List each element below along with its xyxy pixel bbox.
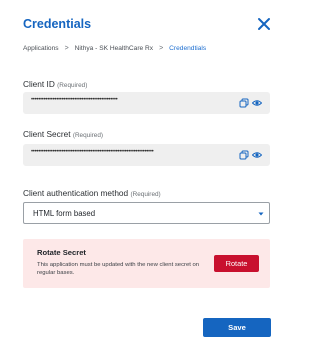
breadcrumb-current: Credendtials: [169, 45, 207, 52]
rotate-secret-title: Rotate Secret: [37, 248, 86, 257]
auth-method-selected-value: HTML form based: [33, 209, 96, 218]
chevron-down-icon: [257, 211, 265, 217]
breadcrumb-separator: >: [159, 45, 164, 52]
client-id-label: Client ID (Required): [23, 79, 87, 89]
auth-method-label: Client authentication method (Required): [23, 188, 161, 198]
breadcrumb-separator: >: [64, 45, 69, 52]
dialog-title: Credentials: [23, 17, 92, 31]
auth-method-required: (Required): [130, 191, 161, 198]
copy-icon[interactable]: [239, 150, 249, 160]
client-id-value: ••••••••••••••••••••••••••••••••••••••••…: [31, 97, 118, 103]
breadcrumb-application-name[interactable]: Nithya - SK HealthCare Rx: [75, 45, 153, 52]
client-id-required: (Required): [57, 82, 88, 89]
breadcrumb-applications[interactable]: Applications: [23, 45, 59, 52]
rotate-button[interactable]: Rotate: [214, 255, 259, 272]
breadcrumb: Applications > Nithya - SK HealthCare Rx…: [23, 45, 206, 52]
client-secret-field: ••••••••••••••••••••••••••••••••••••••••…: [23, 144, 270, 166]
auth-method-label-text: Client authentication method: [23, 188, 129, 198]
client-secret-label-text: Client Secret: [23, 129, 71, 139]
client-id-field: ••••••••••••••••••••••••••••••••••••••••…: [23, 92, 270, 114]
client-id-label-text: Client ID: [23, 79, 55, 89]
save-button[interactable]: Save: [203, 318, 271, 337]
rotate-secret-description: This application must be updated with th…: [37, 262, 200, 276]
credentials-dialog: Credentials Applications > Nithya - SK H…: [0, 0, 289, 351]
client-secret-value: ••••••••••••••••••••••••••••••••••••••••…: [31, 149, 154, 155]
auth-method-select[interactable]: HTML form based: [23, 202, 270, 224]
eye-icon[interactable]: [252, 150, 262, 160]
client-secret-required: (Required): [72, 132, 104, 139]
client-secret-label: Client Secret (Required): [23, 129, 103, 139]
copy-icon[interactable]: [239, 98, 249, 108]
rotate-secret-card: Rotate Secret This application must be u…: [23, 239, 270, 288]
eye-icon[interactable]: [252, 98, 262, 108]
close-icon[interactable]: [256, 16, 272, 32]
